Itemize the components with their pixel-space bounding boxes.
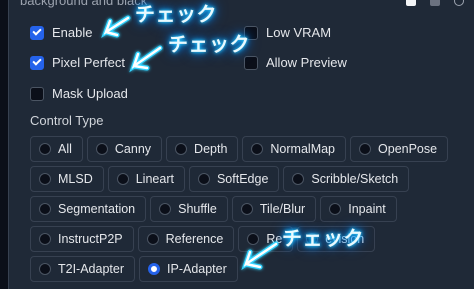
radio-mlsd[interactable]: MLSD: [30, 166, 104, 192]
radio-label: T2I-Adapter: [58, 262, 125, 276]
radio-softedge[interactable]: SoftEdge: [188, 166, 280, 192]
mask-upload-checkbox[interactable]: Mask Upload: [30, 86, 128, 101]
radio-dot[interactable]: [95, 143, 108, 155]
low-vram-label: Low VRAM: [266, 25, 332, 40]
enable-checkbox-box[interactable]: [30, 25, 44, 40]
radio-normalmap[interactable]: NormalMap: [242, 136, 347, 162]
radio-dot[interactable]: [197, 173, 210, 185]
radio-label: SoftEdge: [216, 172, 269, 186]
radio-label: Lineart: [135, 172, 174, 186]
radio-label: IP-Adapter: [167, 262, 227, 276]
arrow-icon-1: [101, 15, 131, 39]
radio-inpaint[interactable]: Inpaint: [320, 196, 397, 222]
radio-dot[interactable]: [116, 173, 129, 185]
radio-shuffle[interactable]: Shuffle: [150, 196, 228, 222]
image-icon[interactable]: [406, 0, 416, 6]
enable-checkbox[interactable]: Enable: [30, 25, 92, 40]
pixel-perfect-label: Pixel Perfect: [52, 55, 125, 70]
radio-dot[interactable]: [39, 263, 51, 275]
radio-dot[interactable]: [292, 173, 305, 185]
radio-label: Shuffle: [178, 202, 217, 216]
radio-dot[interactable]: [175, 143, 188, 155]
allow-preview-checkbox[interactable]: Allow Preview: [244, 55, 347, 70]
arrow-icon-2: [129, 45, 163, 73]
radio-label: All: [58, 142, 72, 156]
annotation-label-3: チェック: [282, 226, 364, 250]
radio-dot[interactable]: [159, 203, 172, 215]
camera-icon[interactable]: [430, 0, 440, 6]
mask-upload-label: Mask Upload: [52, 86, 128, 101]
radio-scribble-sketch[interactable]: Scribble/Sketch: [283, 166, 410, 192]
annotation-label-1: チェック: [135, 2, 217, 26]
mask-upload-checkbox-box[interactable]: [30, 86, 44, 101]
radio-label: NormalMap: [270, 142, 336, 156]
radio-label: Scribble/Sketch: [311, 172, 399, 186]
radio-tile-blur[interactable]: Tile/Blur: [231, 196, 317, 222]
radio-dot[interactable]: [39, 233, 51, 245]
radio-instructp2p[interactable]: InstructP2P: [30, 226, 134, 252]
toolbar-icons: [406, 0, 464, 6]
radio-dot[interactable]: [240, 203, 253, 215]
pixel-perfect-checkbox[interactable]: Pixel Perfect: [30, 55, 125, 70]
pixel-perfect-checkbox-box[interactable]: [30, 55, 44, 70]
radio-t2i-adapter[interactable]: T2I-Adapter: [30, 256, 136, 282]
low-vram-checkbox[interactable]: Low VRAM: [244, 25, 331, 40]
allow-preview-label: Allow Preview: [266, 55, 347, 70]
radio-label: Reference: [165, 232, 224, 246]
enable-label: Enable: [52, 25, 93, 40]
radio-openpose[interactable]: OpenPose: [350, 136, 449, 162]
radio-label: Segmentation: [58, 202, 136, 216]
section-header: background and black: [20, 0, 148, 8]
radio-label: MLSD: [58, 172, 93, 186]
radio-label: InstructP2P: [58, 232, 123, 246]
radio-dot[interactable]: [39, 143, 51, 155]
radio-label: Depth: [194, 142, 228, 156]
radio-dot[interactable]: [39, 173, 51, 185]
radio-all[interactable]: All: [30, 136, 83, 162]
radio-dot[interactable]: [39, 203, 51, 215]
allow-preview-checkbox-box[interactable]: [244, 55, 258, 70]
control-type-label: Control Type: [30, 113, 104, 128]
radio-dot[interactable]: [329, 203, 342, 215]
radio-dot[interactable]: [251, 143, 264, 155]
radio-label: Inpaint: [348, 202, 386, 216]
radio-label: Tile/Blur: [259, 202, 306, 216]
radio-lineart[interactable]: Lineart: [107, 166, 185, 192]
annotation-label-2: チェック: [168, 32, 250, 56]
radio-dot[interactable]: [146, 233, 159, 245]
radio-dot-selected[interactable]: [148, 263, 161, 275]
radio-segmentation[interactable]: Segmentation: [30, 196, 147, 222]
radio-reference[interactable]: Reference: [137, 226, 235, 252]
refresh-icon[interactable]: [454, 0, 464, 6]
arrow-icon-3: [241, 241, 279, 271]
radio-depth[interactable]: Depth: [166, 136, 239, 162]
radio-canny[interactable]: Canny: [86, 136, 163, 162]
radio-label: Canny: [114, 142, 152, 156]
radio-label: OpenPose: [378, 142, 438, 156]
radio-dot[interactable]: [359, 143, 372, 155]
radio-ip-adapter[interactable]: IP-Adapter: [139, 256, 238, 282]
